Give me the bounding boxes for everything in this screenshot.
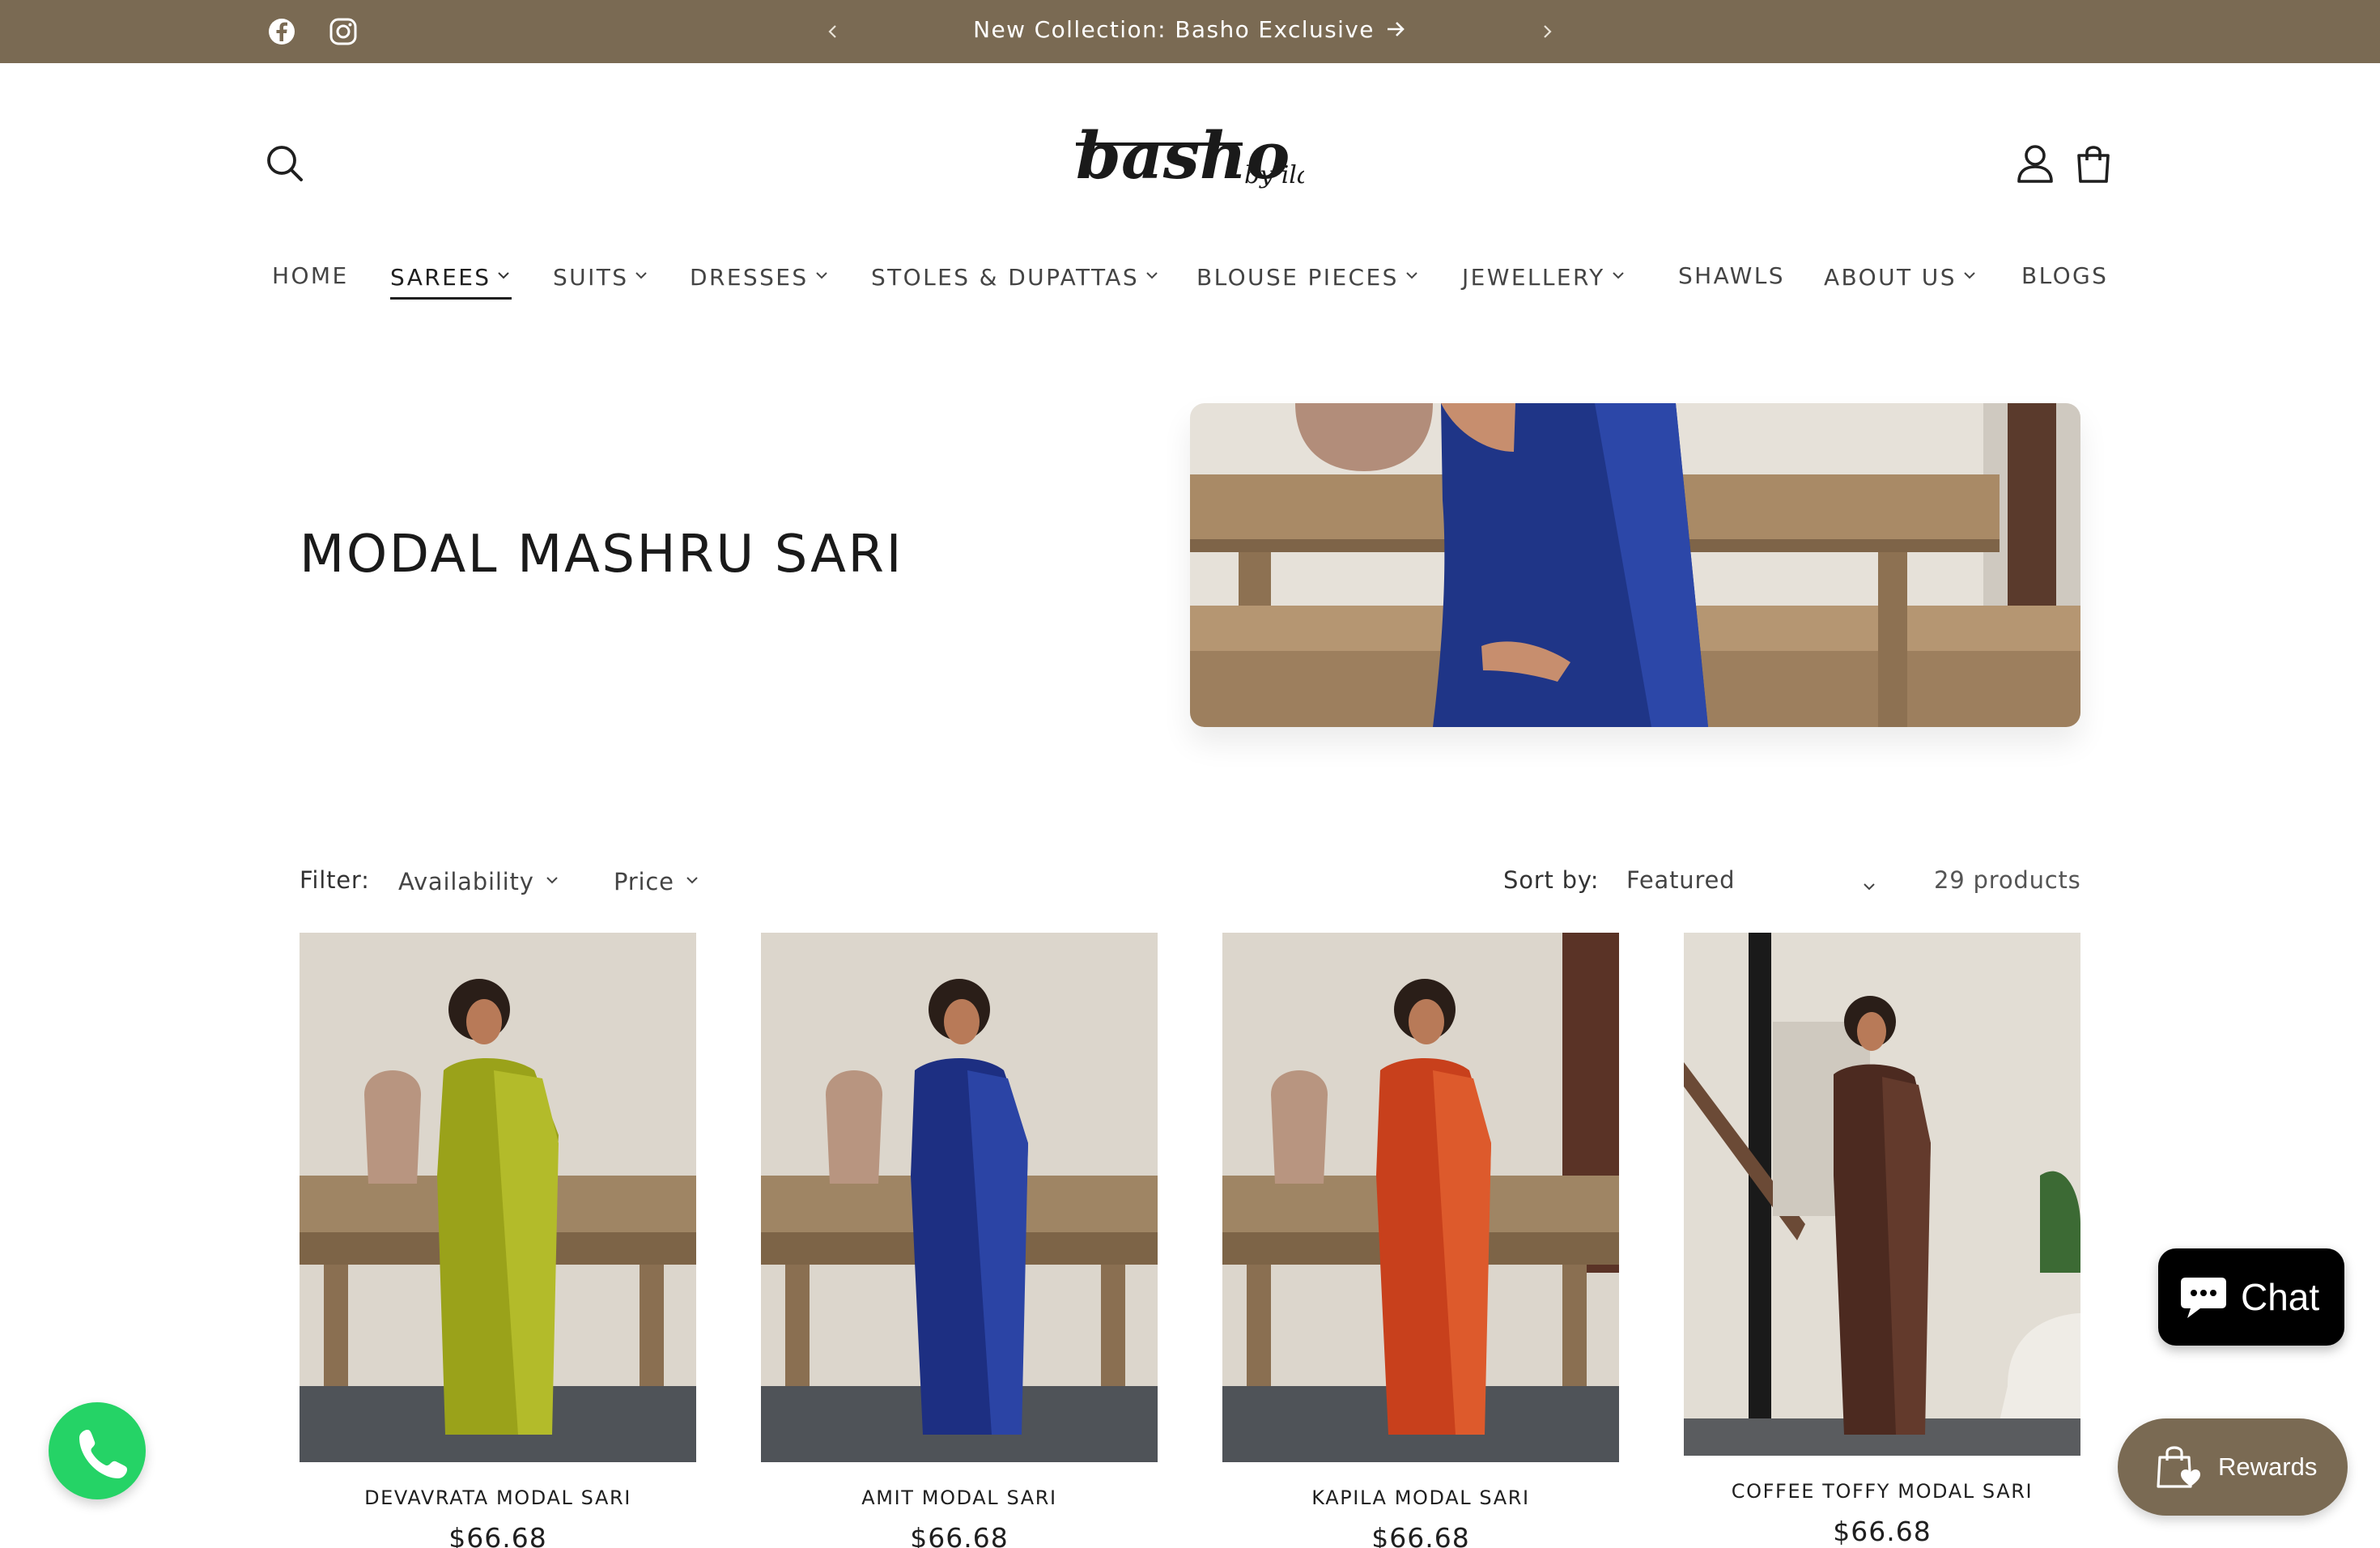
nav-label: STOLES & DUPATTAS: [871, 264, 1140, 291]
search-icon[interactable]: [264, 142, 306, 185]
chat-label: Chat: [2241, 1276, 2320, 1318]
product-count: 29 products: [1934, 866, 2081, 894]
chat-button[interactable]: Chat: [2158, 1248, 2344, 1346]
chevron-down-icon: [1404, 257, 1420, 279]
nav-label: ABOUT US: [1824, 264, 1957, 291]
chevron-down-icon: [1610, 257, 1626, 279]
chevron-down-icon: [684, 866, 700, 884]
nav-item-blouse-pieces[interactable]: BLOUSE PIECES: [1196, 257, 1420, 298]
nav-label: HOME: [272, 262, 349, 289]
whatsapp-button[interactable]: [49, 1402, 146, 1499]
whatsapp-icon: [79, 1430, 127, 1478]
product-price: $66.68: [1371, 1522, 1470, 1548]
price-filter[interactable]: Price: [614, 866, 700, 895]
announcement-bar: New Collection: Basho Exclusive: [0, 0, 2380, 63]
availability-label: Availability: [398, 868, 534, 895]
chevron-down-icon: [544, 866, 560, 884]
price-filter-label: Price: [614, 868, 674, 895]
nav-item-stoles-dupattas[interactable]: STOLES & DUPATTAS: [871, 257, 1160, 298]
product-image[interactable]: [1222, 933, 1619, 1462]
product-image[interactable]: [300, 933, 696, 1462]
product-image[interactable]: [1684, 933, 2080, 1456]
logo-sub-text: by ila: [1244, 161, 1304, 189]
chevron-down-icon: [1144, 257, 1160, 279]
nav-item-about-us[interactable]: ABOUT US: [1824, 257, 1978, 298]
nav-item-suits[interactable]: SUITS: [553, 257, 649, 298]
announcement-link[interactable]: New Collection: Basho Exclusive: [0, 0, 2380, 63]
nav-label: BLOGS: [2021, 262, 2109, 289]
nav-item-sarees[interactable]: SAREES: [390, 257, 512, 300]
sort-value: Featured: [1626, 866, 1736, 894]
site-logo[interactable]: basho by ila: [1073, 117, 1311, 194]
product-price: $66.68: [1833, 1516, 1932, 1547]
rewards-button[interactable]: Rewards: [2118, 1418, 2348, 1516]
rewards-label: Rewards: [2218, 1452, 2318, 1481]
product-title[interactable]: COFFEE TOFFY MODAL SARI: [1684, 1480, 2080, 1503]
product-price: $66.68: [448, 1522, 547, 1548]
nav-label: SAREES: [390, 264, 491, 291]
chevron-down-icon: [633, 257, 649, 279]
sort-label: Sort by:: [1503, 866, 1600, 894]
nav-item-shawls[interactable]: SHAWLS: [1678, 257, 1785, 298]
nav-item-blogs[interactable]: BLOGS: [2021, 257, 2108, 298]
collection-banner-image: [1190, 403, 2080, 727]
chevron-down-icon: [1961, 257, 1978, 279]
announcement-next-icon[interactable]: [1533, 18, 1561, 45]
nav-item-jewellery[interactable]: JEWELLERY: [1462, 257, 1626, 298]
main-nav: HOME SAREES SUITS DRESSES STOLES & DUPAT…: [0, 257, 2380, 300]
collection-title: MODAL MASHRU SARI: [300, 525, 904, 585]
product-price: $66.68: [910, 1522, 1009, 1548]
chevron-down-icon: [1861, 873, 1877, 891]
announcement-text[interactable]: New Collection: Basho Exclusive: [973, 16, 1375, 43]
nav-label: BLOUSE PIECES: [1196, 264, 1399, 291]
active-underline: [390, 297, 512, 300]
availability-filter[interactable]: Availability: [398, 866, 560, 895]
nav-label: SUITS: [553, 264, 629, 291]
shopping-bag-heart-icon: [2157, 1446, 2200, 1488]
product-title[interactable]: DEVAVRATA MODAL SARI: [300, 1486, 696, 1509]
product-title[interactable]: AMIT MODAL SARI: [761, 1486, 1158, 1509]
cart-icon[interactable]: [2072, 142, 2114, 185]
nav-item-dresses[interactable]: DRESSES: [690, 257, 830, 298]
nav-label: SHAWLS: [1678, 262, 1785, 289]
chevron-down-icon: [495, 257, 512, 279]
account-icon[interactable]: [2014, 142, 2056, 185]
nav-label: DRESSES: [690, 264, 809, 291]
nav-item-home[interactable]: HOME: [272, 257, 349, 298]
chevron-down-icon: [814, 257, 830, 279]
sort-select[interactable]: Featured: [1626, 866, 1877, 894]
nav-label: JEWELLERY: [1462, 264, 1605, 291]
arrow-right-icon: [1384, 3, 1407, 36]
chat-bubble-icon: [2181, 1278, 2226, 1318]
product-image[interactable]: [761, 933, 1158, 1462]
filter-label: Filter:: [300, 866, 370, 894]
product-title[interactable]: KAPILA MODAL SARI: [1222, 1486, 1619, 1509]
